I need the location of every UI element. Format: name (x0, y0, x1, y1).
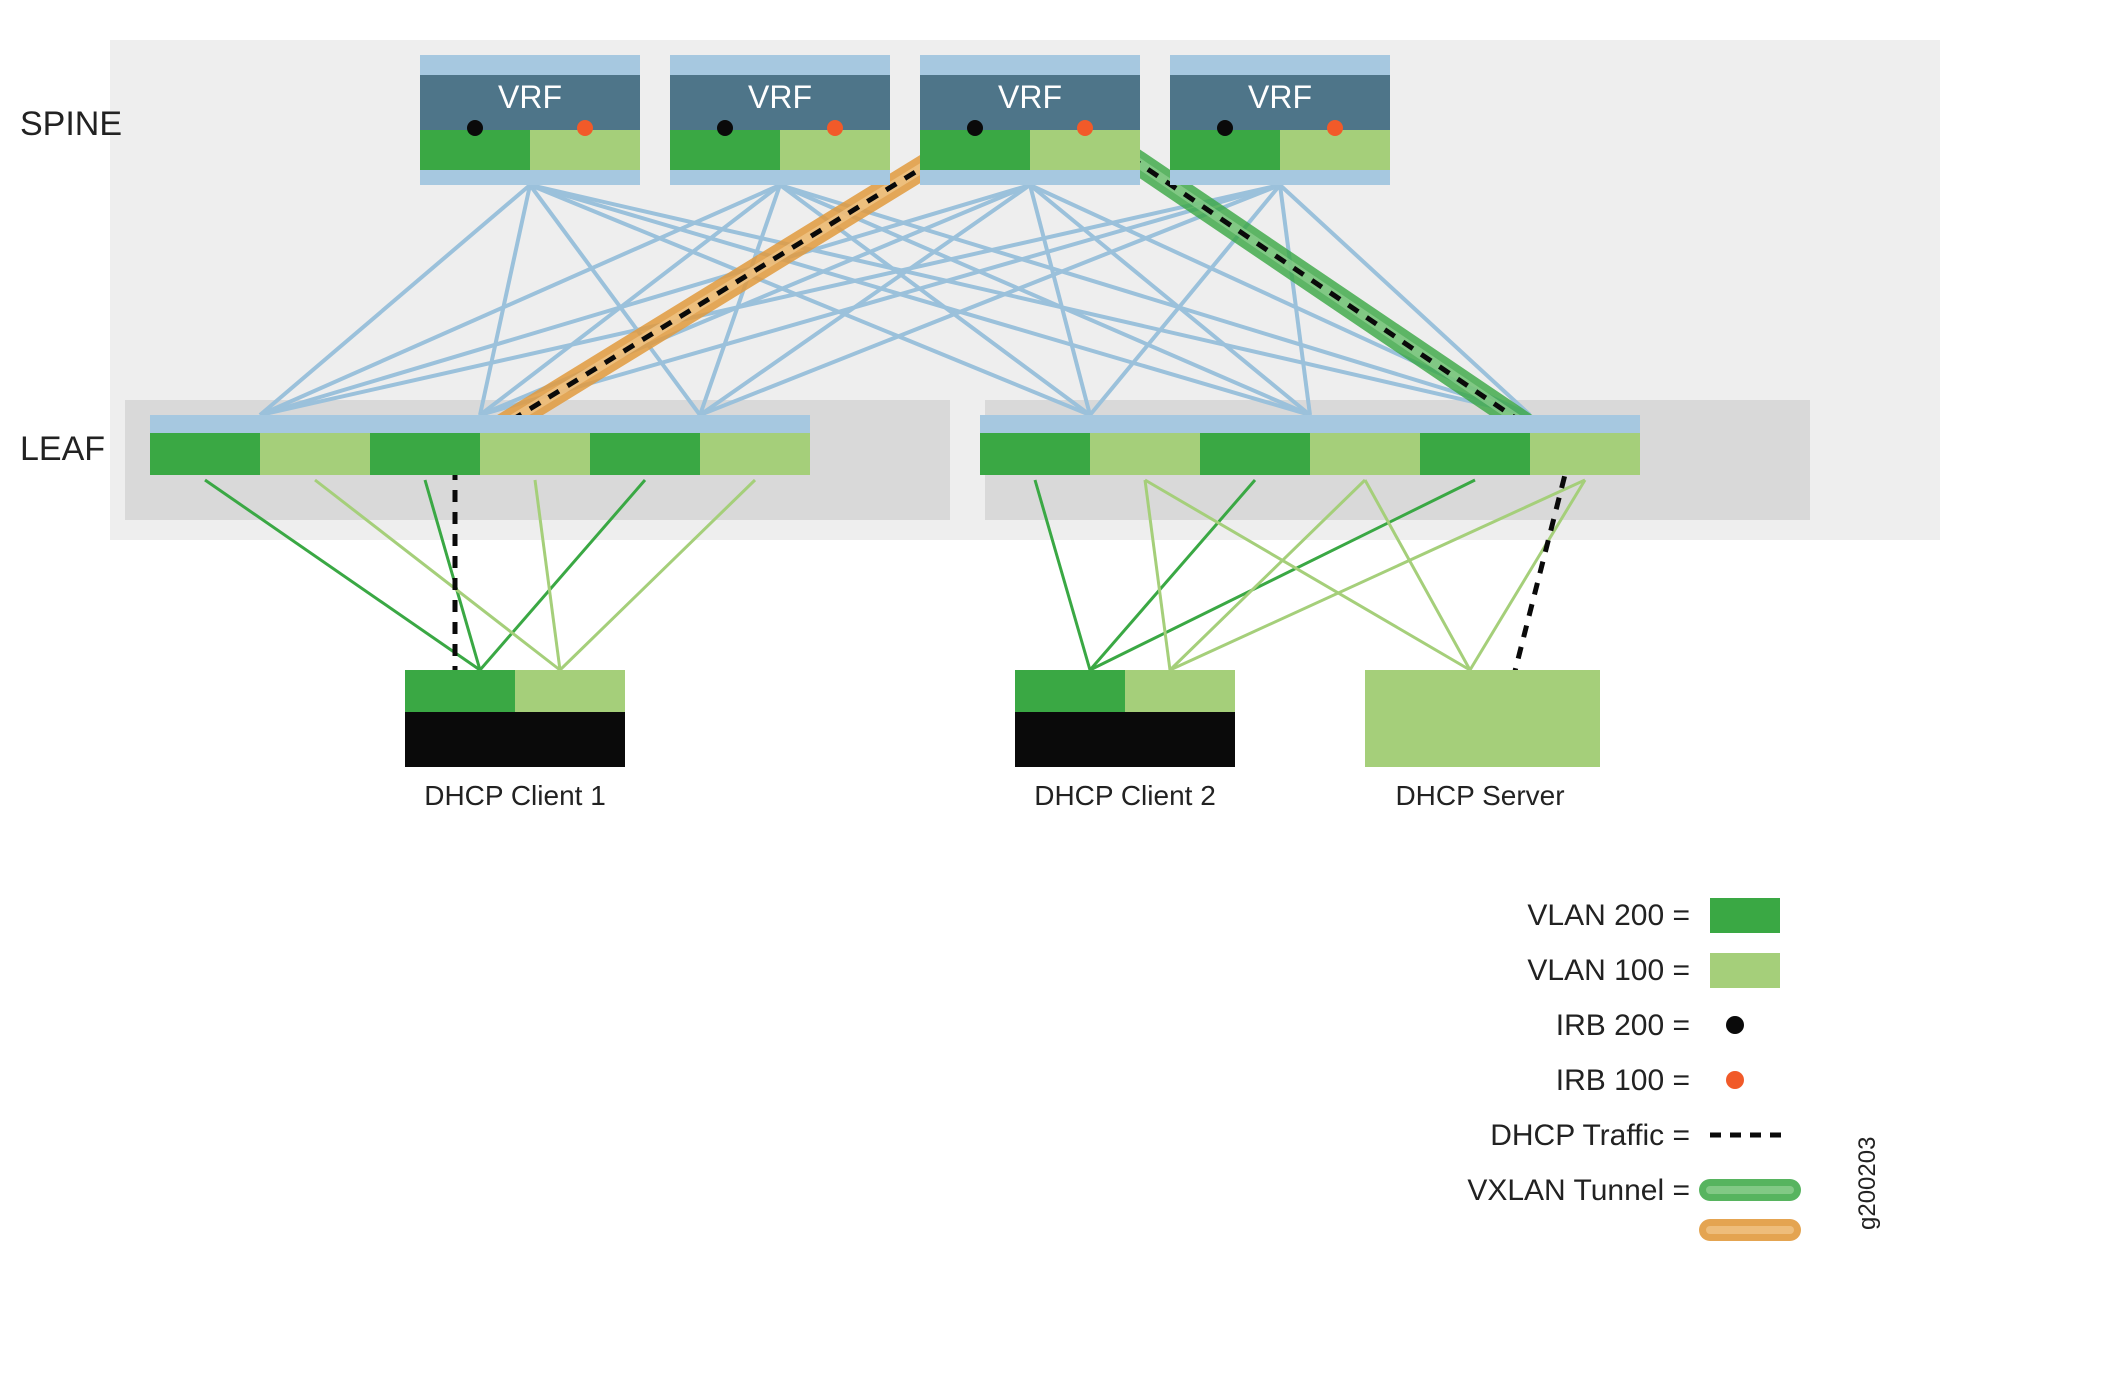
legend-irb200-label: IRB 200 = (1556, 1009, 1690, 1042)
spine-3: VRF (920, 55, 1140, 185)
dhcp-server-label: DHCP Server (1395, 780, 1564, 811)
legend-vlan100-swatch (1710, 953, 1780, 988)
irb200-dot-2 (717, 120, 733, 136)
irb100-dot-1 (577, 120, 593, 136)
spine-2: VRF (670, 55, 890, 185)
legend-vlan200-swatch (1710, 898, 1780, 933)
leaf-2 (370, 415, 590, 475)
legend-irb100-swatch (1726, 1071, 1744, 1089)
diagram-svg: VRF VRF VRF (0, 0, 2101, 1389)
spine-row-label: SPINE (20, 105, 122, 143)
dhcp-client-1 (405, 670, 625, 767)
spine-1: VRF (420, 55, 640, 185)
spine-4: VRF (1170, 55, 1390, 185)
dhcp-client-2 (1015, 670, 1235, 767)
leaf-4 (980, 415, 1200, 475)
leaf-1 (150, 415, 370, 475)
legend-dhcp-label: DHCP Traffic = (1490, 1119, 1690, 1152)
irb200-dot-1 (467, 120, 483, 136)
dhcp-server (1365, 670, 1600, 767)
irb200-dot-4 (1217, 120, 1233, 136)
legend-vxlan-label: VXLAN Tunnel = (1467, 1174, 1690, 1207)
legend-irb200-swatch (1726, 1016, 1744, 1034)
legend: VLAN 200 = VLAN 100 = IRB 200 = IRB 100 … (1467, 898, 1790, 1230)
irb100-dot-2 (827, 120, 843, 136)
vrf-label-4: VRF (1248, 79, 1312, 115)
dhcp-client-2-label: DHCP Client 2 (1034, 780, 1216, 811)
leaf-5 (1200, 415, 1420, 475)
legend-vlan200-label: VLAN 200 = (1527, 899, 1690, 932)
leaf-6 (1420, 415, 1640, 475)
leaf-row-label: LEAF (20, 430, 105, 468)
dhcp-client-1-label: DHCP Client 1 (424, 780, 606, 811)
leaf-3 (590, 415, 810, 475)
vrf-label-1: VRF (498, 79, 562, 115)
legend-vlan100-label: VLAN 100 = (1527, 954, 1690, 987)
irb100-dot-3 (1077, 120, 1093, 136)
legend-irb100-label: IRB 100 = (1556, 1064, 1690, 1097)
vrf-label-2: VRF (748, 79, 812, 115)
g-number: g200203 (1854, 1137, 1881, 1230)
diagram-root: { "labels": { "spine": "SPINE", "leaf": … (0, 0, 2101, 1389)
vrf-label-3: VRF (998, 79, 1062, 115)
irb200-dot-3 (967, 120, 983, 136)
irb100-dot-4 (1327, 120, 1343, 136)
